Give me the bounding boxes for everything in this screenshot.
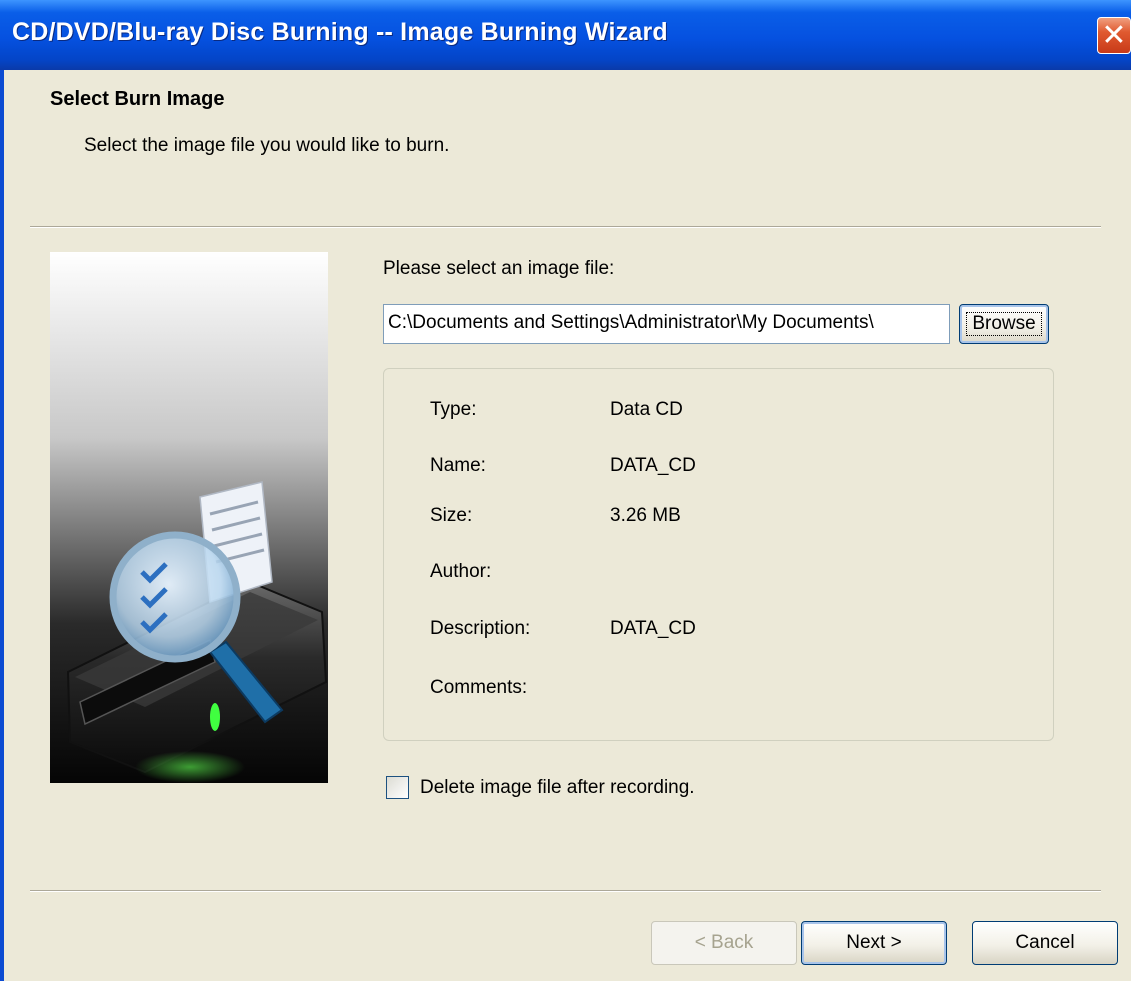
browse-button[interactable]: Browse [959, 304, 1049, 344]
close-icon: ✕ [1101, 18, 1127, 53]
title-bar: CD/DVD/Blu-ray Disc Burning -- Image Bur… [0, 0, 1131, 70]
image-path-input[interactable]: C:\Documents and Settings\Administrator\… [383, 304, 950, 344]
header-separator [30, 226, 1101, 228]
type-label: Type: [430, 399, 477, 420]
type-value: Data CD [610, 399, 683, 420]
footer-separator [30, 890, 1101, 892]
name-label: Name: [430, 455, 486, 476]
next-button[interactable]: Next > [801, 921, 947, 965]
description-label: Description: [430, 618, 531, 639]
size-value: 3.26 MB [610, 505, 681, 526]
window-title: CD/DVD/Blu-ray Disc Burning -- Image Bur… [12, 18, 668, 46]
disc-drive-magnifier-icon [50, 252, 328, 783]
close-button[interactable]: ✕ [1097, 17, 1131, 54]
size-label: Size: [430, 505, 473, 526]
browse-button-label: Browse [966, 312, 1042, 336]
cancel-button[interactable]: Cancel [972, 921, 1118, 965]
delete-after-label[interactable]: Delete image file after recording. [420, 777, 695, 799]
back-button[interactable]: < Back [651, 921, 797, 965]
select-file-prompt: Please select an image file: [383, 258, 615, 279]
author-label: Author: [430, 561, 492, 582]
comments-label: Comments: [430, 677, 528, 698]
page-subheading: Select the image file you would like to … [84, 135, 450, 156]
page-heading: Select Burn Image [50, 88, 225, 110]
name-value: DATA_CD [610, 455, 696, 476]
delete-after-checkbox[interactable] [386, 776, 409, 799]
description-value: DATA_CD [610, 618, 696, 639]
